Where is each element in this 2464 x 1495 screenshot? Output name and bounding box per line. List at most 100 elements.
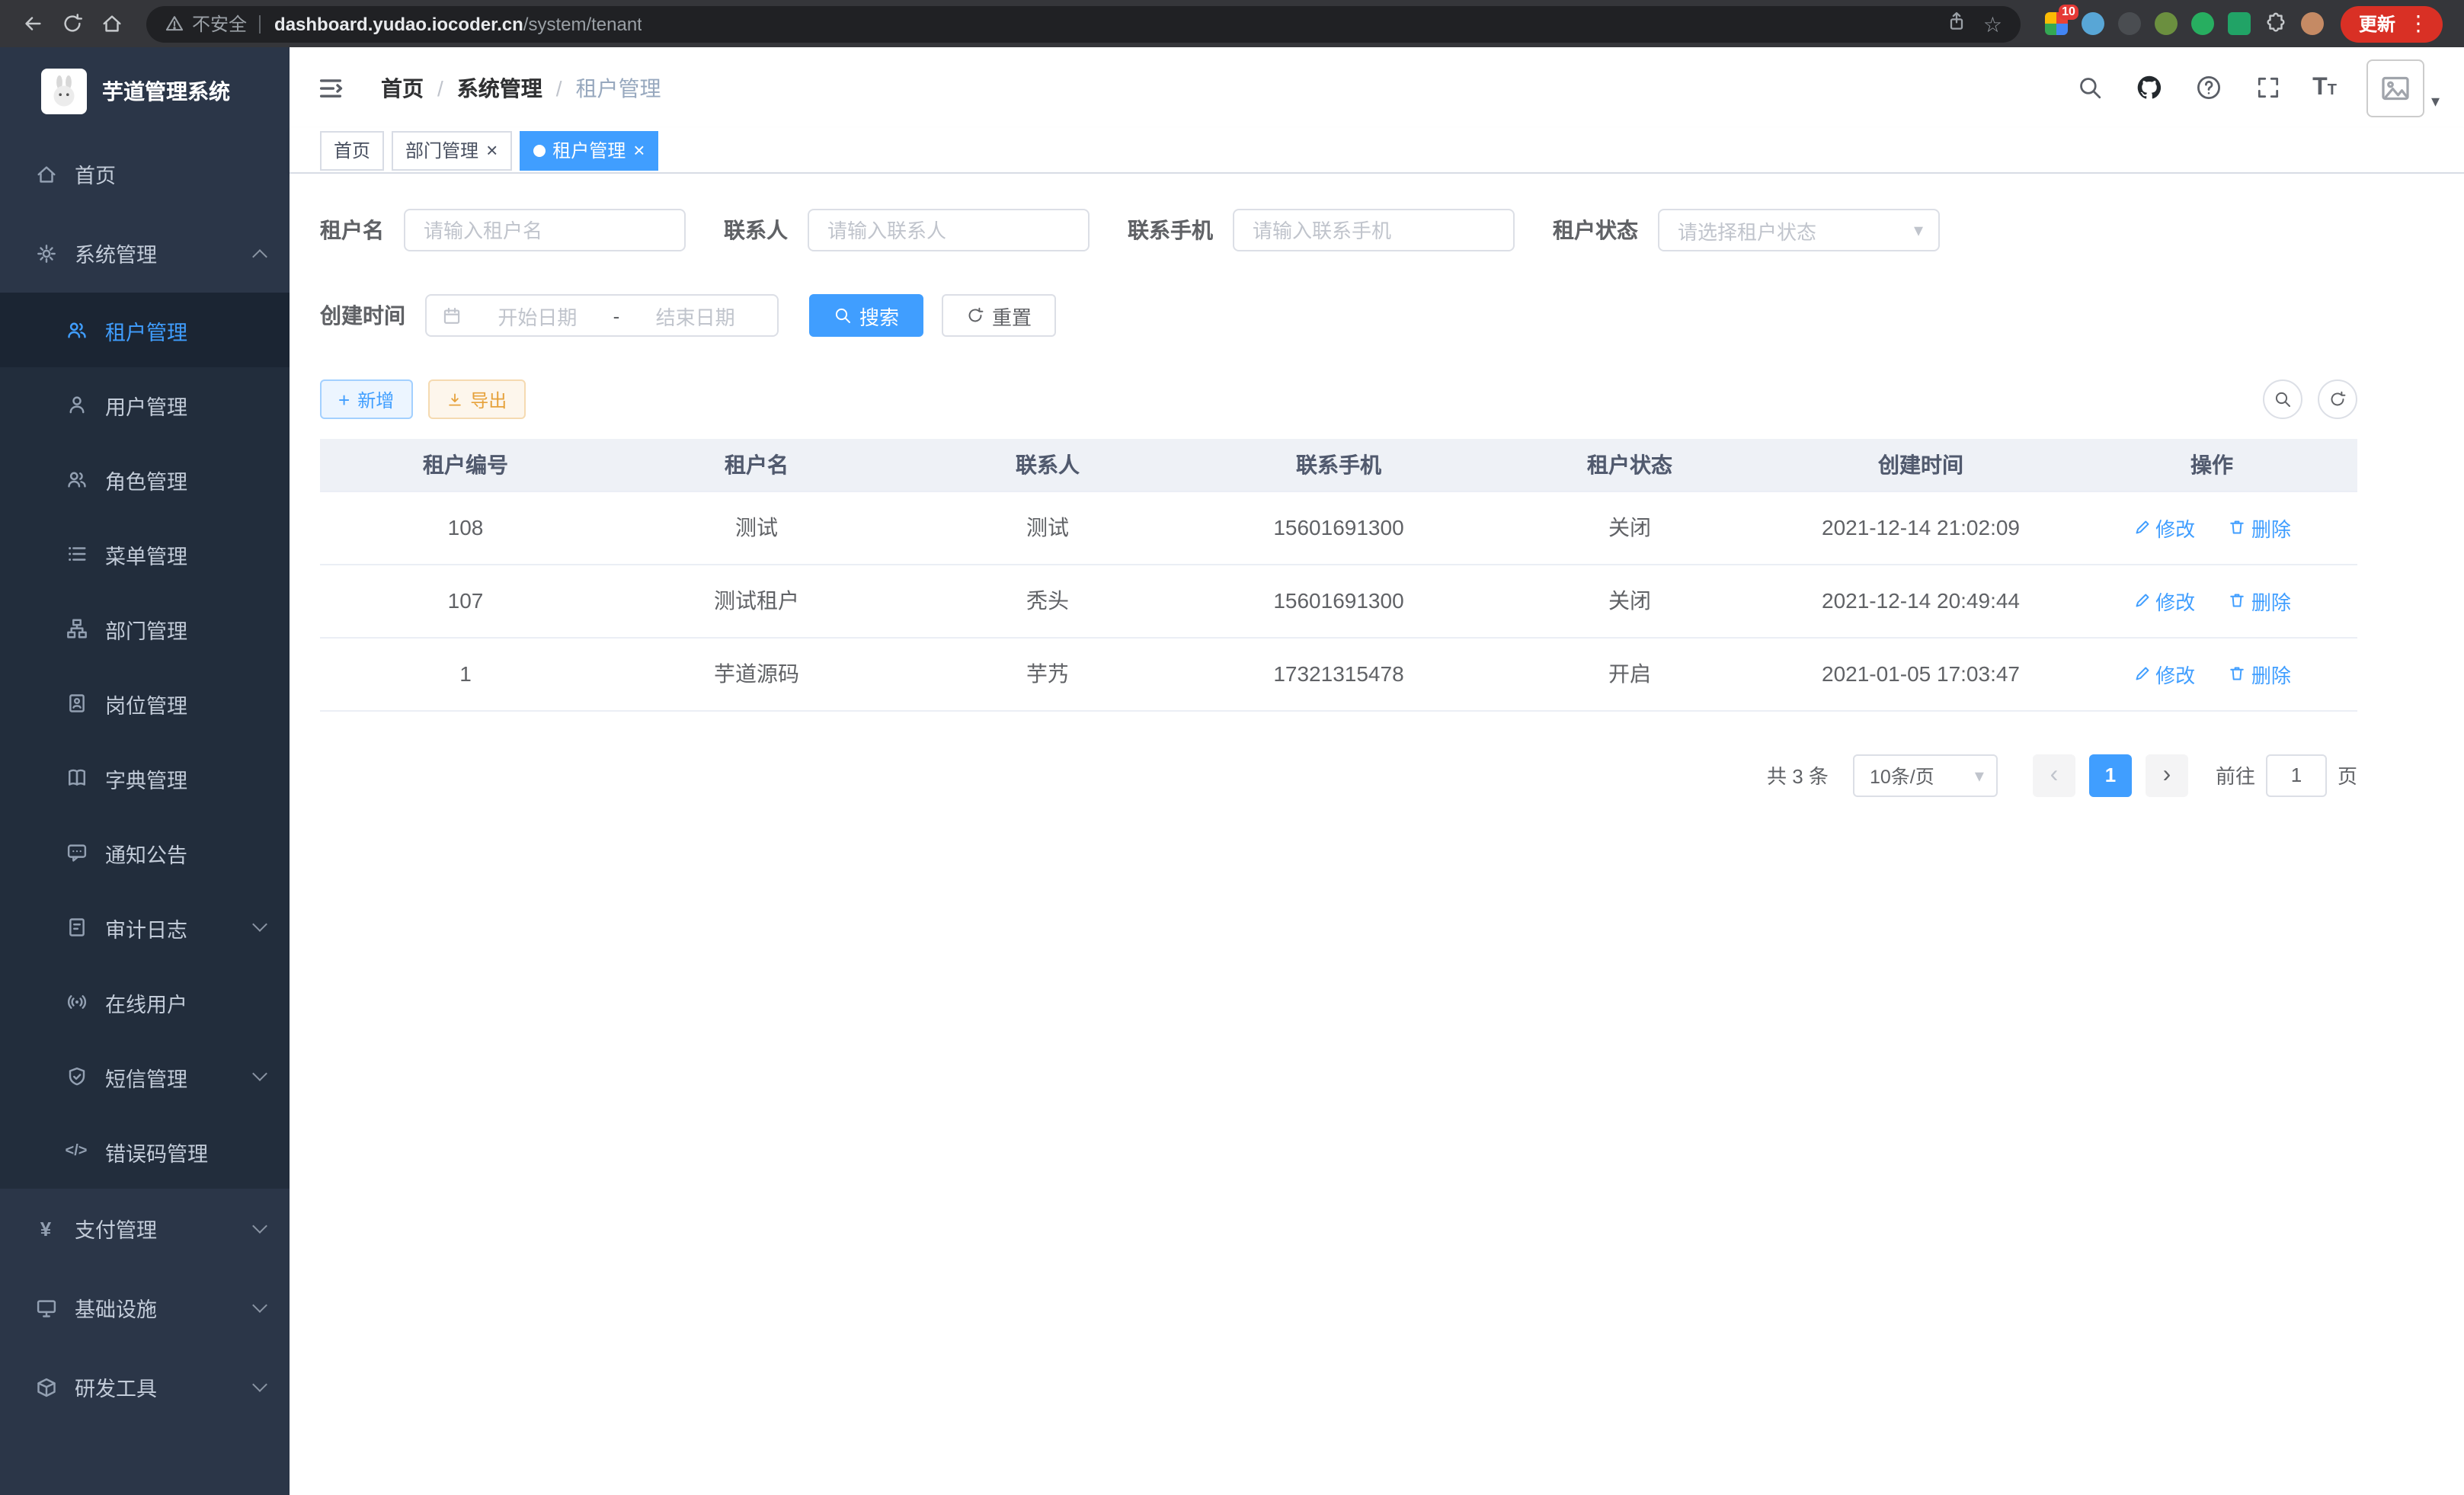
search-button-label: 搜索 — [859, 301, 899, 330]
contact-input[interactable] — [808, 209, 1090, 251]
delete-button[interactable]: 删除 — [2229, 659, 2291, 688]
sidebar-toggle-button[interactable] — [314, 71, 347, 104]
refresh-table-button[interactable] — [2318, 379, 2357, 419]
chevron-down-icon — [252, 1066, 267, 1081]
cell-phone: 17321315478 — [1193, 637, 1484, 710]
sidebar-item-infra[interactable]: 基础设施 — [0, 1268, 290, 1347]
close-icon[interactable]: × — [633, 140, 645, 160]
sidebar-item-label: 短信管理 — [105, 1061, 238, 1092]
tenant-name-input[interactable] — [404, 209, 686, 251]
status-select[interactable]: 请选择租户状态 ▾ — [1658, 209, 1940, 251]
sidebar-item-error-code[interactable]: </> 错误码管理 — [0, 1114, 290, 1189]
sidebar-item-menu[interactable]: 菜单管理 — [0, 517, 290, 591]
caret-down-icon[interactable]: ▾ — [2431, 94, 2440, 117]
sidebar-item-post[interactable]: 岗位管理 — [0, 666, 290, 741]
cell-actions: 修改 删除 — [2066, 491, 2357, 564]
header-search-button[interactable] — [2075, 73, 2104, 102]
search-button[interactable]: 搜索 — [809, 294, 923, 337]
tab-tenant[interactable]: 租户管理 × — [519, 130, 658, 170]
tab-home[interactable]: 首页 — [320, 130, 384, 170]
active-dot — [533, 144, 545, 156]
sidebar-item-audit-log[interactable]: 审计日志 — [0, 890, 290, 965]
security-warning-icon[interactable] — [165, 14, 184, 34]
list-icon — [64, 542, 88, 566]
extension-icon-3[interactable] — [2118, 12, 2141, 35]
font-size-button[interactable]: TT — [2312, 74, 2337, 101]
help-button[interactable] — [2194, 73, 2222, 102]
refresh-icon — [2328, 390, 2347, 408]
browser-menu-kebab-icon[interactable]: ⋮ — [2402, 11, 2435, 37]
phone-label: 联系手机 — [1128, 215, 1213, 245]
divider — [259, 14, 261, 33]
address-bar[interactable]: 不安全 dashboard.yudao.iocoder.cn/system/te… — [146, 5, 2021, 42]
bookmark-star-icon[interactable]: ☆ — [1983, 13, 2002, 34]
cell-created: 2021-01-05 17:03:47 — [1775, 637, 2066, 710]
sidebar-item-online-user[interactable]: 在线用户 — [0, 965, 290, 1039]
share-icon[interactable] — [1947, 11, 1968, 37]
export-button[interactable]: 导出 — [427, 379, 525, 419]
extension-icon-1[interactable]: 10 — [2045, 12, 2068, 35]
cell-tenant-name: 测试 — [611, 491, 902, 564]
cell-contact: 秃头 — [902, 564, 1193, 637]
toggle-search-button[interactable] — [2263, 379, 2302, 419]
top-navbar: 首页 / 系统管理 / 租户管理 — [290, 47, 2464, 128]
pagination-goto: 前往 页 — [2216, 754, 2357, 796]
tab-label: 部门管理 — [405, 137, 478, 163]
prev-page-button[interactable]: ‹ — [2033, 754, 2075, 796]
tab-dept[interactable]: 部门管理 × — [392, 130, 511, 170]
sidebar-item-dict[interactable]: 字典管理 — [0, 741, 290, 815]
extension-icon-2[interactable] — [2082, 12, 2104, 35]
avatar[interactable] — [2367, 59, 2425, 117]
browser-profile-avatar[interactable] — [2301, 12, 2324, 35]
page-1-button[interactable]: 1 — [2089, 754, 2132, 796]
sidebar-item-label: 审计日志 — [105, 912, 238, 943]
user-menu[interactable]: ▾ — [2367, 59, 2440, 117]
phone-input[interactable] — [1233, 209, 1515, 251]
browser-update-button[interactable]: 更新 ⋮ — [2341, 5, 2443, 42]
extension-icon-4[interactable] — [2155, 12, 2178, 35]
goto-page-input[interactable] — [2266, 754, 2327, 796]
sidebar-item-role[interactable]: 角色管理 — [0, 442, 290, 517]
sidebar-item-notice[interactable]: 通知公告 — [0, 815, 290, 890]
browser-reload-button[interactable] — [52, 4, 91, 43]
delete-button[interactable]: 删除 — [2229, 586, 2291, 615]
sidebar-item-home[interactable]: 首页 — [0, 134, 290, 213]
filter-contact: 联系人 — [724, 209, 1090, 251]
page-size-select[interactable]: 10条/页 ▾ — [1853, 754, 1998, 796]
pencil-icon — [2133, 664, 2151, 683]
edit-button[interactable]: 修改 — [2133, 513, 2195, 542]
calendar-icon — [442, 306, 462, 325]
monitor-icon — [34, 1295, 58, 1320]
filter-row-1: 租户名 联系人 联系手机 租户状态 请选择租户状态 — [320, 209, 2357, 251]
browser-back-button[interactable] — [12, 4, 52, 43]
extension-icon-5[interactable] — [2191, 12, 2214, 35]
fullscreen-button[interactable] — [2253, 73, 2282, 102]
message-icon — [64, 840, 88, 865]
edit-button[interactable]: 修改 — [2133, 586, 2195, 615]
github-button[interactable] — [2134, 73, 2163, 102]
browser-home-button[interactable] — [91, 4, 131, 43]
reset-button[interactable]: 重置 — [942, 294, 1056, 337]
sidebar-item-payment[interactable]: ¥ 支付管理 — [0, 1189, 290, 1268]
contact-label: 联系人 — [724, 215, 788, 245]
extensions-puzzle-icon[interactable] — [2264, 12, 2287, 35]
logo[interactable]: 芋道管理系统 — [0, 47, 290, 134]
create-time-label: 创建时间 — [320, 300, 405, 331]
sidebar-item-devtools[interactable]: 研发工具 — [0, 1347, 290, 1426]
edit-button[interactable]: 修改 — [2133, 659, 2195, 688]
delete-button[interactable]: 删除 — [2229, 513, 2291, 542]
status-placeholder: 请选择租户状态 — [1678, 216, 1914, 245]
sidebar-item-sms[interactable]: 短信管理 — [0, 1039, 290, 1114]
extension-icon-6[interactable] — [2228, 12, 2251, 35]
sidebar-item-dept[interactable]: 部门管理 — [0, 591, 290, 666]
sidebar-item-tenant[interactable]: 租户管理 — [0, 293, 290, 367]
sidebar-item-user[interactable]: 用户管理 — [0, 367, 290, 442]
next-page-button[interactable]: › — [2146, 754, 2188, 796]
breadcrumb-home[interactable]: 首页 — [381, 72, 424, 103]
sidebar-item-system[interactable]: 系统管理 — [0, 213, 290, 293]
breadcrumb-system[interactable]: 系统管理 — [457, 72, 542, 103]
edit-label: 修改 — [2155, 513, 2195, 542]
add-button[interactable]: + 新增 — [320, 379, 412, 419]
date-range-picker[interactable]: 开始日期 - 结束日期 — [425, 294, 779, 337]
close-icon[interactable]: × — [486, 140, 498, 160]
